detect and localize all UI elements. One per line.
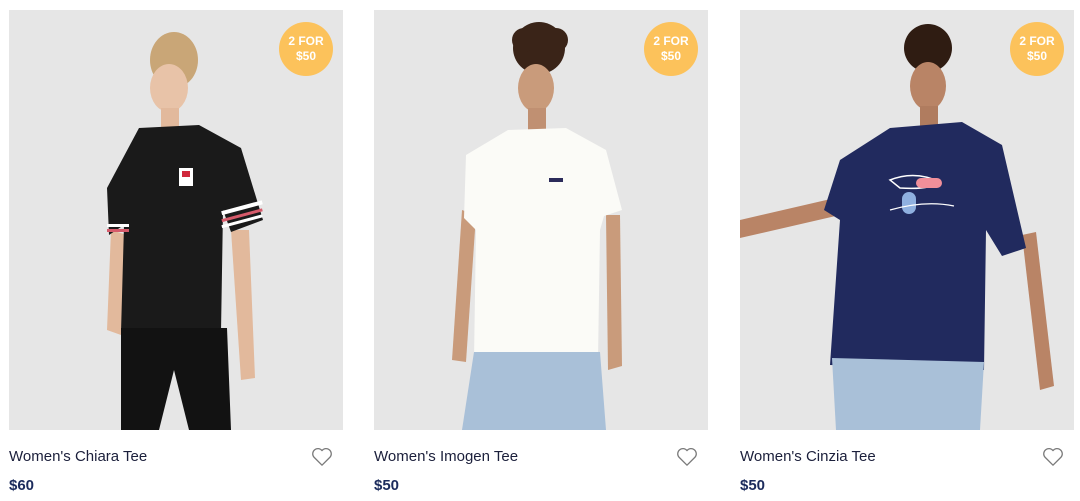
product-title[interactable]: Women's Chiara Tee	[9, 448, 147, 465]
product-price: $50	[740, 477, 766, 494]
heart-icon[interactable]	[676, 447, 698, 467]
heart-icon[interactable]	[1042, 447, 1064, 467]
product-price: $50	[374, 477, 400, 494]
promo-badge: 2 FOR $50	[279, 22, 333, 76]
product-image[interactable]: 2 FOR $50	[9, 10, 343, 430]
product-image[interactable]: 2 FOR $50	[374, 10, 708, 430]
product-title[interactable]: Women's Cinzia Tee	[740, 448, 876, 465]
product-card[interactable]: 2 FOR $50 Women's Chiara Tee $60	[9, 10, 343, 494]
heart-icon[interactable]	[311, 447, 333, 467]
product-image[interactable]: 2 FOR $50	[740, 10, 1074, 430]
promo-badge: 2 FOR $50	[644, 22, 698, 76]
promo-badge: 2 FOR $50	[1010, 22, 1064, 76]
product-title[interactable]: Women's Imogen Tee	[374, 448, 518, 465]
product-card[interactable]: 2 FOR $50 Women's Imogen Tee $50	[374, 10, 708, 494]
product-price: $60	[9, 477, 35, 494]
product-card[interactable]: 2 FOR $50 Women's Cinzia Tee $50	[740, 10, 1074, 494]
